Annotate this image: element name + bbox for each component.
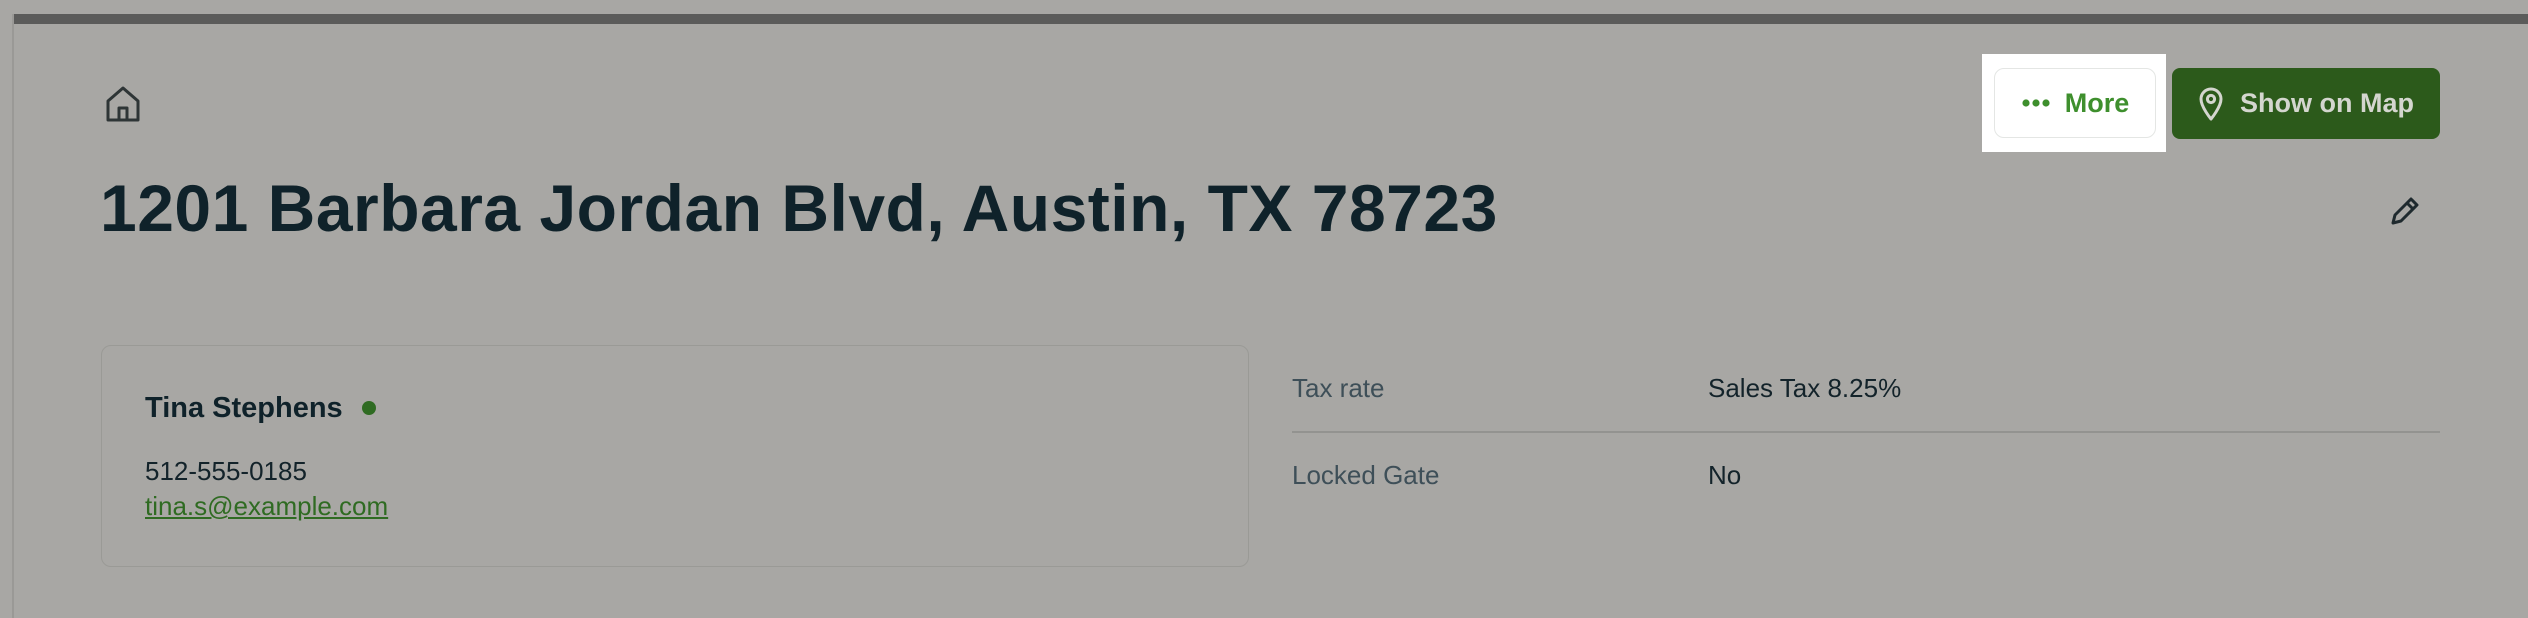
more-dots-icon: [2022, 99, 2050, 107]
home-icon[interactable]: [104, 84, 142, 124]
status-dot: [362, 401, 376, 415]
frame-edge: [12, 14, 14, 618]
contact-email-link[interactable]: tina.s@example.com: [145, 491, 388, 522]
top-bar: [12, 14, 2528, 24]
show-on-map-button[interactable]: Show on Map: [2172, 68, 2440, 139]
details-divider: [1292, 431, 2440, 433]
more-button-label: More: [2064, 87, 2130, 118]
detail-value-locked-gate: No: [1708, 460, 1742, 490]
contact-name: Tina Stephens: [145, 392, 343, 424]
detail-label-locked-gate: Locked Gate: [1292, 460, 1440, 490]
page-title: 1201 Barbara Jordan Blvd, Austin, TX 787…: [100, 171, 1498, 245]
detail-label-tax-rate: Tax rate: [1292, 373, 1385, 403]
map-pin-icon: [2199, 87, 2223, 120]
more-button[interactable]: More: [1994, 68, 2156, 138]
show-on-map-label: Show on Map: [2240, 88, 2414, 118]
detail-value-tax-rate: Sales Tax 8.25%: [1708, 373, 1902, 403]
pencil-icon[interactable]: [2386, 194, 2422, 230]
contact-phone: 512-555-0185: [145, 456, 307, 486]
